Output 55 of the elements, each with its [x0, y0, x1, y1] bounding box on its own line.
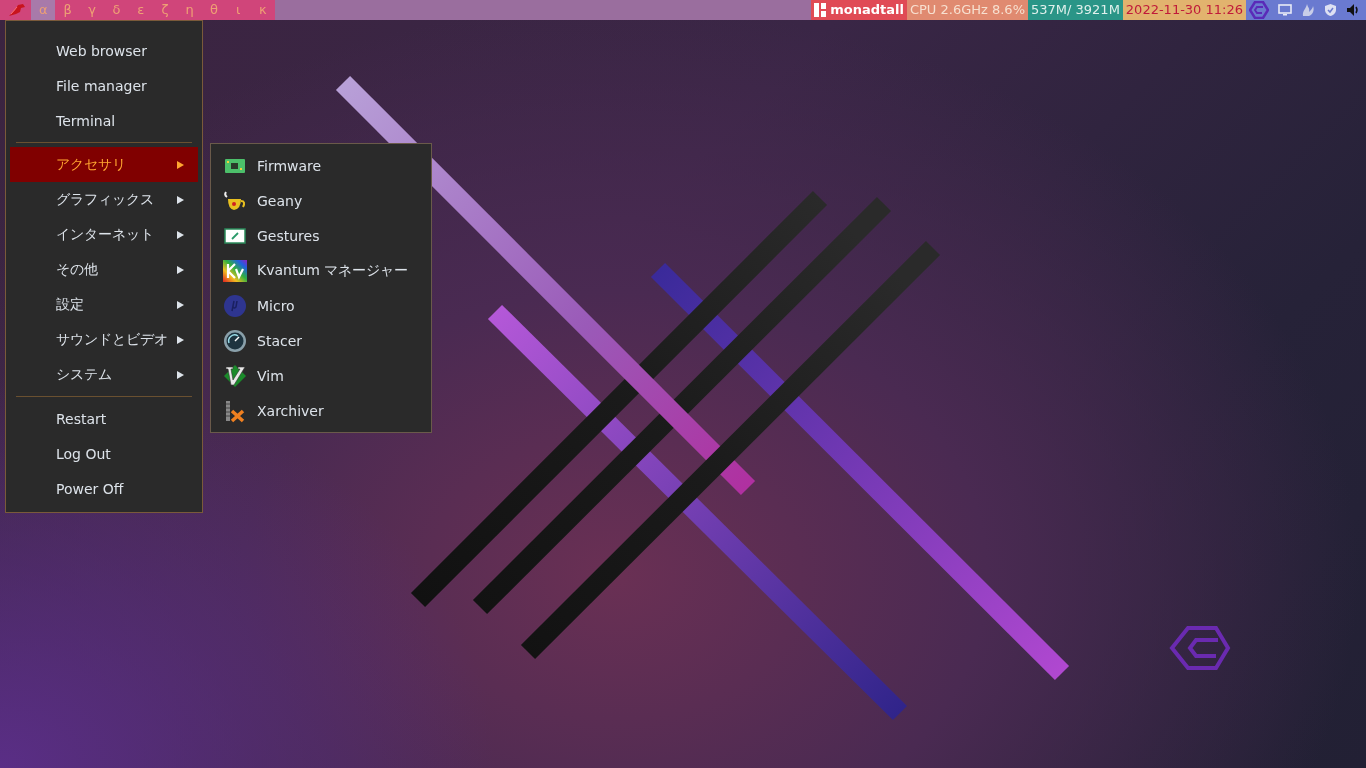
- menu-item[interactable]: Terminal: [10, 103, 198, 138]
- clock: 2022-11-30 11:26: [1122, 0, 1246, 20]
- menu-item[interactable]: アクセサリ: [10, 147, 198, 182]
- archive-icon: [223, 398, 247, 423]
- menu-item[interactable]: Log Out: [10, 436, 198, 471]
- menu-item[interactable]: Gestures: [215, 218, 427, 253]
- menu-item[interactable]: その他: [10, 252, 198, 287]
- cpu-usage: CPU 2.6GHz 8.6%: [906, 0, 1028, 20]
- gesture-icon: [224, 226, 246, 245]
- submenu-arrow-icon: [177, 335, 184, 344]
- menu-item[interactable]: Stacer: [215, 323, 427, 358]
- memory-usage: 537M/ 3921M: [1028, 0, 1123, 20]
- menu-item[interactable]: Web browser: [10, 33, 198, 68]
- menu-item-label: Xarchiver: [257, 402, 324, 419]
- vim-icon: [223, 363, 247, 388]
- menu-item-label: Stacer: [257, 332, 303, 349]
- menu-item-label: Geany: [257, 192, 303, 209]
- submenu-arrow-icon: [177, 300, 184, 309]
- menu-item[interactable]: Micro: [215, 288, 427, 323]
- menu-item-label: Micro: [257, 297, 295, 314]
- submenu-arrow-icon: [177, 230, 184, 239]
- menu-item[interactable]: Kvantum マネージャー: [215, 253, 427, 288]
- gauge-icon: [223, 328, 247, 353]
- circuit-board-icon: [224, 156, 246, 175]
- menu-item[interactable]: グラフィックス: [10, 182, 198, 217]
- menu-item[interactable]: Restart: [10, 401, 198, 436]
- flame-icon[interactable]: [1301, 3, 1315, 17]
- menu-item[interactable]: Geany: [215, 183, 427, 218]
- menu-item[interactable]: Power Off: [10, 471, 198, 506]
- submenu-arrow-icon: [177, 160, 184, 169]
- menu-item[interactable]: システム: [10, 357, 198, 392]
- menu-item[interactable]: インターネット: [10, 217, 198, 252]
- menu-item-label: Firmware: [257, 157, 322, 174]
- monitor-icon[interactable]: [1278, 4, 1292, 16]
- menu-item-label: Gestures: [257, 227, 320, 244]
- shield-icon[interactable]: [1324, 3, 1337, 17]
- mu-circle-icon: [223, 293, 247, 318]
- submenu-arrow-icon: [177, 195, 184, 204]
- layout-indicator[interactable]: monadtall: [811, 0, 907, 20]
- speaker-icon[interactable]: [1346, 3, 1360, 17]
- menu-item[interactable]: サウンドとビデオ: [10, 322, 198, 357]
- menu-item[interactable]: Vim: [215, 358, 427, 393]
- menu-item-label: Vim: [257, 367, 284, 384]
- rainbow-square-icon: [223, 259, 247, 282]
- layout-name: monadtall: [830, 1, 904, 19]
- bird-logo-icon[interactable]: [8, 3, 26, 17]
- layout-icon: [814, 3, 827, 17]
- logo-icon: [1169, 626, 1231, 670]
- menu-item-label: Kvantum マネージャー: [257, 261, 409, 280]
- submenu-arrow-icon: [177, 370, 184, 379]
- submenu-arrow-icon: [177, 265, 184, 274]
- menu-item[interactable]: Xarchiver: [215, 393, 427, 428]
- menu-item[interactable]: File manager: [10, 68, 198, 103]
- menu-item[interactable]: Firmware: [215, 148, 427, 183]
- menu-item[interactable]: 設定: [10, 287, 198, 322]
